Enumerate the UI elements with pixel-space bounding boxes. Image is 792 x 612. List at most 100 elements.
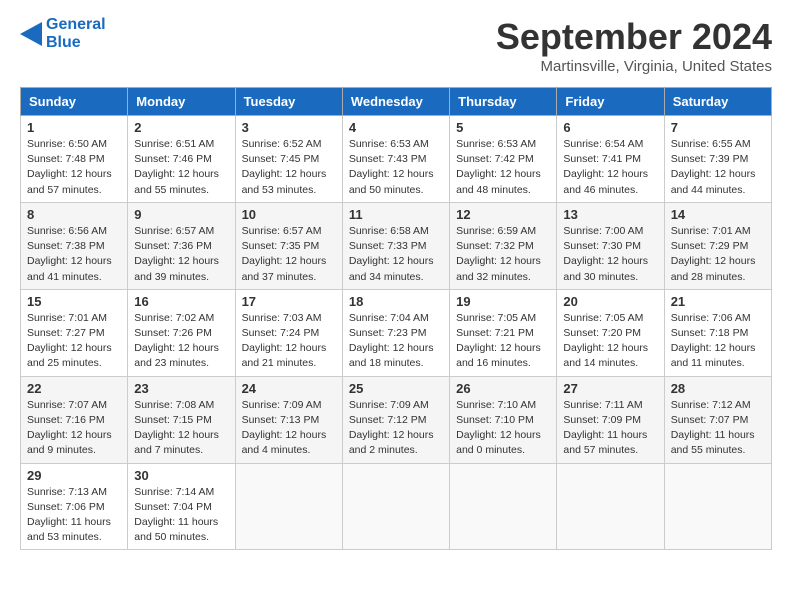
day-number: 28 bbox=[671, 381, 765, 396]
calendar-cell: 2 Sunrise: 6:51 AMSunset: 7:46 PMDayligh… bbox=[128, 116, 235, 203]
day-info: Sunrise: 7:12 AMSunset: 7:07 PMDaylight:… bbox=[671, 398, 765, 459]
day-info: Sunrise: 7:10 AMSunset: 7:10 PMDaylight:… bbox=[456, 398, 550, 459]
day-info: Sunrise: 7:11 AMSunset: 7:09 PMDaylight:… bbox=[563, 398, 657, 459]
calendar-cell: 1 Sunrise: 6:50 AMSunset: 7:48 PMDayligh… bbox=[21, 116, 128, 203]
calendar-cell: 3 Sunrise: 6:52 AMSunset: 7:45 PMDayligh… bbox=[235, 116, 342, 203]
day-info: Sunrise: 6:57 AMSunset: 7:36 PMDaylight:… bbox=[134, 224, 228, 285]
day-info: Sunrise: 7:09 AMSunset: 7:13 PMDaylight:… bbox=[242, 398, 336, 459]
calendar-cell bbox=[235, 463, 342, 550]
day-number: 14 bbox=[671, 207, 765, 222]
dow-header-thursday: Thursday bbox=[450, 88, 557, 116]
location: Martinsville, Virginia, United States bbox=[496, 58, 772, 75]
calendar-cell: 24 Sunrise: 7:09 AMSunset: 7:13 PMDaylig… bbox=[235, 376, 342, 463]
calendar-week-1: 1 Sunrise: 6:50 AMSunset: 7:48 PMDayligh… bbox=[21, 116, 772, 203]
day-info: Sunrise: 7:03 AMSunset: 7:24 PMDaylight:… bbox=[242, 311, 336, 372]
calendar-cell: 14 Sunrise: 7:01 AMSunset: 7:29 PMDaylig… bbox=[664, 202, 771, 289]
day-number: 15 bbox=[27, 294, 121, 309]
day-number: 13 bbox=[563, 207, 657, 222]
day-number: 25 bbox=[349, 381, 443, 396]
calendar-cell: 23 Sunrise: 7:08 AMSunset: 7:15 PMDaylig… bbox=[128, 376, 235, 463]
calendar-cell bbox=[664, 463, 771, 550]
day-number: 10 bbox=[242, 207, 336, 222]
day-info: Sunrise: 7:05 AMSunset: 7:21 PMDaylight:… bbox=[456, 311, 550, 372]
day-info: Sunrise: 7:02 AMSunset: 7:26 PMDaylight:… bbox=[134, 311, 228, 372]
dow-header-friday: Friday bbox=[557, 88, 664, 116]
calendar-cell: 5 Sunrise: 6:53 AMSunset: 7:42 PMDayligh… bbox=[450, 116, 557, 203]
day-number: 9 bbox=[134, 207, 228, 222]
calendar-cell: 6 Sunrise: 6:54 AMSunset: 7:41 PMDayligh… bbox=[557, 116, 664, 203]
calendar-table: SundayMondayTuesdayWednesdayThursdayFrid… bbox=[20, 87, 772, 550]
day-number: 19 bbox=[456, 294, 550, 309]
day-number: 4 bbox=[349, 120, 443, 135]
dow-header-wednesday: Wednesday bbox=[342, 88, 449, 116]
day-info: Sunrise: 7:06 AMSunset: 7:18 PMDaylight:… bbox=[671, 311, 765, 372]
day-number: 21 bbox=[671, 294, 765, 309]
calendar-cell: 11 Sunrise: 6:58 AMSunset: 7:33 PMDaylig… bbox=[342, 202, 449, 289]
day-info: Sunrise: 7:09 AMSunset: 7:12 PMDaylight:… bbox=[349, 398, 443, 459]
calendar-cell: 19 Sunrise: 7:05 AMSunset: 7:21 PMDaylig… bbox=[450, 289, 557, 376]
day-number: 22 bbox=[27, 381, 121, 396]
day-number: 29 bbox=[27, 468, 121, 483]
calendar-cell: 20 Sunrise: 7:05 AMSunset: 7:20 PMDaylig… bbox=[557, 289, 664, 376]
calendar-cell: 8 Sunrise: 6:56 AMSunset: 7:38 PMDayligh… bbox=[21, 202, 128, 289]
day-info: Sunrise: 6:53 AMSunset: 7:43 PMDaylight:… bbox=[349, 137, 443, 198]
dow-header-tuesday: Tuesday bbox=[235, 88, 342, 116]
calendar-week-4: 22 Sunrise: 7:07 AMSunset: 7:16 PMDaylig… bbox=[21, 376, 772, 463]
calendar-cell bbox=[450, 463, 557, 550]
calendar-cell: 18 Sunrise: 7:04 AMSunset: 7:23 PMDaylig… bbox=[342, 289, 449, 376]
month-title: September 2024 bbox=[496, 16, 772, 58]
day-info: Sunrise: 7:05 AMSunset: 7:20 PMDaylight:… bbox=[563, 311, 657, 372]
calendar-cell: 26 Sunrise: 7:10 AMSunset: 7:10 PMDaylig… bbox=[450, 376, 557, 463]
calendar-cell: 28 Sunrise: 7:12 AMSunset: 7:07 PMDaylig… bbox=[664, 376, 771, 463]
calendar-cell bbox=[557, 463, 664, 550]
day-number: 2 bbox=[134, 120, 228, 135]
day-number: 5 bbox=[456, 120, 550, 135]
day-number: 16 bbox=[134, 294, 228, 309]
calendar-cell: 21 Sunrise: 7:06 AMSunset: 7:18 PMDaylig… bbox=[664, 289, 771, 376]
days-of-week-row: SundayMondayTuesdayWednesdayThursdayFrid… bbox=[21, 88, 772, 116]
day-number: 20 bbox=[563, 294, 657, 309]
calendar-cell: 16 Sunrise: 7:02 AMSunset: 7:26 PMDaylig… bbox=[128, 289, 235, 376]
day-info: Sunrise: 6:55 AMSunset: 7:39 PMDaylight:… bbox=[671, 137, 765, 198]
day-number: 8 bbox=[27, 207, 121, 222]
day-info: Sunrise: 7:01 AMSunset: 7:27 PMDaylight:… bbox=[27, 311, 121, 372]
day-info: Sunrise: 6:57 AMSunset: 7:35 PMDaylight:… bbox=[242, 224, 336, 285]
title-area: September 2024 Martinsville, Virginia, U… bbox=[496, 16, 772, 75]
calendar-cell: 4 Sunrise: 6:53 AMSunset: 7:43 PMDayligh… bbox=[342, 116, 449, 203]
logo-triangle-icon bbox=[20, 16, 42, 52]
day-number: 24 bbox=[242, 381, 336, 396]
day-info: Sunrise: 6:52 AMSunset: 7:45 PMDaylight:… bbox=[242, 137, 336, 198]
day-info: Sunrise: 7:07 AMSunset: 7:16 PMDaylight:… bbox=[27, 398, 121, 459]
day-info: Sunrise: 6:50 AMSunset: 7:48 PMDaylight:… bbox=[27, 137, 121, 198]
calendar-cell: 30 Sunrise: 7:14 AMSunset: 7:04 PMDaylig… bbox=[128, 463, 235, 550]
dow-header-monday: Monday bbox=[128, 88, 235, 116]
calendar-cell: 12 Sunrise: 6:59 AMSunset: 7:32 PMDaylig… bbox=[450, 202, 557, 289]
calendar-cell: 13 Sunrise: 7:00 AMSunset: 7:30 PMDaylig… bbox=[557, 202, 664, 289]
dow-header-sunday: Sunday bbox=[21, 88, 128, 116]
day-number: 17 bbox=[242, 294, 336, 309]
day-number: 3 bbox=[242, 120, 336, 135]
day-number: 30 bbox=[134, 468, 228, 483]
calendar-cell: 9 Sunrise: 6:57 AMSunset: 7:36 PMDayligh… bbox=[128, 202, 235, 289]
calendar-week-5: 29 Sunrise: 7:13 AMSunset: 7:06 PMDaylig… bbox=[21, 463, 772, 550]
day-info: Sunrise: 7:04 AMSunset: 7:23 PMDaylight:… bbox=[349, 311, 443, 372]
calendar-week-2: 8 Sunrise: 6:56 AMSunset: 7:38 PMDayligh… bbox=[21, 202, 772, 289]
day-info: Sunrise: 6:53 AMSunset: 7:42 PMDaylight:… bbox=[456, 137, 550, 198]
calendar-cell: 15 Sunrise: 7:01 AMSunset: 7:27 PMDaylig… bbox=[21, 289, 128, 376]
calendar-week-3: 15 Sunrise: 7:01 AMSunset: 7:27 PMDaylig… bbox=[21, 289, 772, 376]
day-number: 6 bbox=[563, 120, 657, 135]
calendar-cell: 29 Sunrise: 7:13 AMSunset: 7:06 PMDaylig… bbox=[21, 463, 128, 550]
day-info: Sunrise: 7:08 AMSunset: 7:15 PMDaylight:… bbox=[134, 398, 228, 459]
calendar-cell: 7 Sunrise: 6:55 AMSunset: 7:39 PMDayligh… bbox=[664, 116, 771, 203]
day-info: Sunrise: 6:56 AMSunset: 7:38 PMDaylight:… bbox=[27, 224, 121, 285]
day-number: 11 bbox=[349, 207, 443, 222]
day-info: Sunrise: 6:51 AMSunset: 7:46 PMDaylight:… bbox=[134, 137, 228, 198]
day-number: 7 bbox=[671, 120, 765, 135]
day-info: Sunrise: 6:54 AMSunset: 7:41 PMDaylight:… bbox=[563, 137, 657, 198]
day-info: Sunrise: 6:58 AMSunset: 7:33 PMDaylight:… bbox=[349, 224, 443, 285]
day-number: 23 bbox=[134, 381, 228, 396]
day-info: Sunrise: 7:13 AMSunset: 7:06 PMDaylight:… bbox=[27, 485, 121, 546]
dow-header-saturday: Saturday bbox=[664, 88, 771, 116]
day-number: 12 bbox=[456, 207, 550, 222]
calendar-cell: 22 Sunrise: 7:07 AMSunset: 7:16 PMDaylig… bbox=[21, 376, 128, 463]
